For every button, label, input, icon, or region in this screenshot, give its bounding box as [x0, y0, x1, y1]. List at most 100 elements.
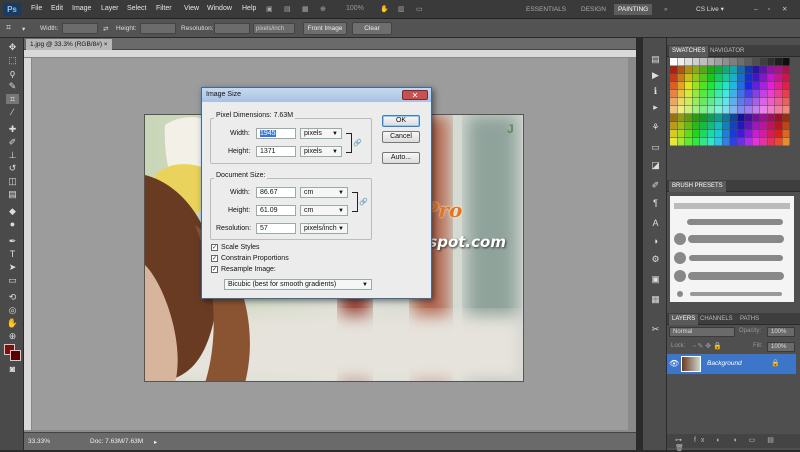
swatch-cell[interactable] [715, 138, 722, 146]
swatch-cell[interactable] [760, 74, 767, 82]
swatch-cell[interactable] [767, 90, 775, 98]
swatch-cell[interactable] [670, 66, 677, 74]
swatch-cell[interactable] [685, 114, 692, 122]
swatch-cell[interactable] [700, 122, 707, 130]
workspace-design[interactable]: DESIGN [577, 4, 610, 15]
swatch-cell[interactable] [775, 98, 782, 106]
swatch-cell[interactable] [775, 122, 782, 130]
status-arrow-icon[interactable]: ▸ [154, 438, 157, 446]
arrange-icon[interactable]: ▥ [398, 5, 405, 13]
swatch-cell[interactable] [782, 74, 790, 82]
tab-swatches[interactable]: SWATCHES [669, 46, 709, 57]
swatch-cell[interactable] [700, 114, 707, 122]
swatch-cell[interactable] [715, 122, 722, 130]
clone-source-icon[interactable]: ▭ [649, 142, 662, 153]
color-panel-icon[interactable]: ◑ [649, 236, 662, 247]
history-brush-icon[interactable]: ↺ [6, 163, 19, 173]
menu-layer[interactable]: Layer [101, 5, 119, 12]
play-panel-icon[interactable]: ▸ [649, 102, 662, 113]
quick-mask-icon[interactable]: ◙ [6, 364, 19, 374]
swatch-cell[interactable] [782, 98, 790, 106]
swatch-cell[interactable] [707, 90, 715, 98]
height-field[interactable] [140, 23, 176, 34]
swatch-cell[interactable] [677, 106, 685, 114]
swatch-cell[interactable] [737, 106, 745, 114]
swatch-cell[interactable] [670, 114, 677, 122]
swatch-cell[interactable] [737, 122, 745, 130]
swatch-cell[interactable] [700, 90, 707, 98]
swatch-cell[interactable] [685, 106, 692, 114]
swatch-cell[interactable] [685, 98, 692, 106]
swatch-cell[interactable] [670, 74, 677, 82]
swatch-cell[interactable] [782, 82, 790, 90]
menu-edit[interactable]: Edit [51, 5, 63, 12]
resample-checkbox[interactable]: ✓ [211, 266, 218, 273]
marquee-tool-icon[interactable]: ⬚ [6, 55, 19, 65]
swatch-cell[interactable] [685, 66, 692, 74]
swatch-cell[interactable] [730, 90, 737, 98]
minibridge-icon[interactable]: ▤ [284, 5, 291, 13]
history-panel-icon[interactable]: ▤ [649, 54, 662, 65]
zoom-tool-icon[interactable]: ⊕ [6, 331, 19, 341]
swatch-cell[interactable] [730, 130, 737, 138]
lock-icons[interactable]: ▫ ✎ ✥ 🔒 [693, 342, 722, 350]
pen-tool-icon[interactable]: ✒ [6, 236, 19, 246]
swatch-cell[interactable] [677, 122, 685, 130]
swatch-cell[interactable] [752, 74, 760, 82]
workspace-more-icon[interactable]: » [660, 4, 672, 15]
swatch-cell[interactable] [692, 58, 700, 66]
swatch-cell[interactable] [707, 114, 715, 122]
swatch-cell[interactable] [737, 82, 745, 90]
swatch-cell[interactable] [670, 106, 677, 114]
styles-panel-icon[interactable]: ▦ [649, 294, 662, 305]
swatch-cell[interactable] [737, 114, 745, 122]
info-panel-icon[interactable]: ℹ [649, 86, 662, 97]
hand-tool-icon[interactable]: ✋ [6, 318, 19, 328]
width-field[interactable] [62, 23, 98, 34]
blur-tool-icon[interactable]: ◆ [6, 206, 19, 216]
swatch-cell[interactable] [737, 66, 745, 74]
swatch-cell[interactable] [685, 122, 692, 130]
front-image-button[interactable]: Front Image [303, 22, 347, 35]
swatch-cell[interactable] [707, 66, 715, 74]
swatch-cell[interactable] [737, 138, 745, 146]
tools-panel-icon[interactable]: ✂ [649, 324, 662, 335]
doc-size-status[interactable]: Doc: 7.63M/7.63M [90, 438, 143, 445]
swatch-cell[interactable] [745, 122, 752, 130]
eraser-tool-icon[interactable]: ◫ [6, 176, 19, 186]
eyedropper-tool-icon[interactable]: ⁄ [6, 107, 19, 117]
swatch-cell[interactable] [752, 58, 760, 66]
dodge-tool-icon[interactable]: ● [6, 219, 19, 229]
background-color-swatch[interactable] [10, 350, 21, 361]
swatch-cell[interactable] [745, 66, 752, 74]
workspace-painting[interactable]: PAINTING [614, 4, 653, 15]
swatch-cell[interactable] [700, 106, 707, 114]
swatch-cell[interactable] [767, 122, 775, 130]
swatch-cell[interactable] [677, 66, 685, 74]
swatch-cell[interactable] [677, 114, 685, 122]
swap-icon[interactable]: ⇄ [103, 25, 108, 33]
swatch-cell[interactable] [775, 138, 782, 146]
layer-name[interactable]: Background [707, 360, 742, 367]
swatch-cell[interactable] [722, 66, 730, 74]
swatch-cell[interactable] [707, 130, 715, 138]
doc-width-unit-select[interactable]: cm ▼ [300, 187, 348, 198]
bridge-icon[interactable]: ▣ [266, 5, 273, 13]
swatch-cell[interactable] [677, 90, 685, 98]
swatch-cell[interactable] [730, 66, 737, 74]
brush-presets-list[interactable] [670, 196, 794, 302]
move-tool-icon[interactable]: ✥ [6, 42, 19, 52]
zoom-icon[interactable]: ⊕ [320, 5, 326, 13]
constrain-proportions-checkbox[interactable]: ✓ [211, 255, 218, 262]
3d-orbit-icon[interactable]: ◎ [6, 305, 19, 315]
swatch-cell[interactable] [760, 58, 767, 66]
menu-help[interactable]: Help [242, 5, 256, 12]
lasso-tool-icon[interactable]: ϙ [6, 68, 19, 78]
swatch-cell[interactable] [692, 106, 700, 114]
swatch-cell[interactable] [737, 74, 745, 82]
ok-button[interactable]: OK [382, 115, 420, 127]
menu-window[interactable]: Window [207, 5, 232, 12]
swatch-cell[interactable] [782, 90, 790, 98]
character-panel-icon[interactable]: A [649, 218, 662, 229]
swatch-cell[interactable] [775, 106, 782, 114]
